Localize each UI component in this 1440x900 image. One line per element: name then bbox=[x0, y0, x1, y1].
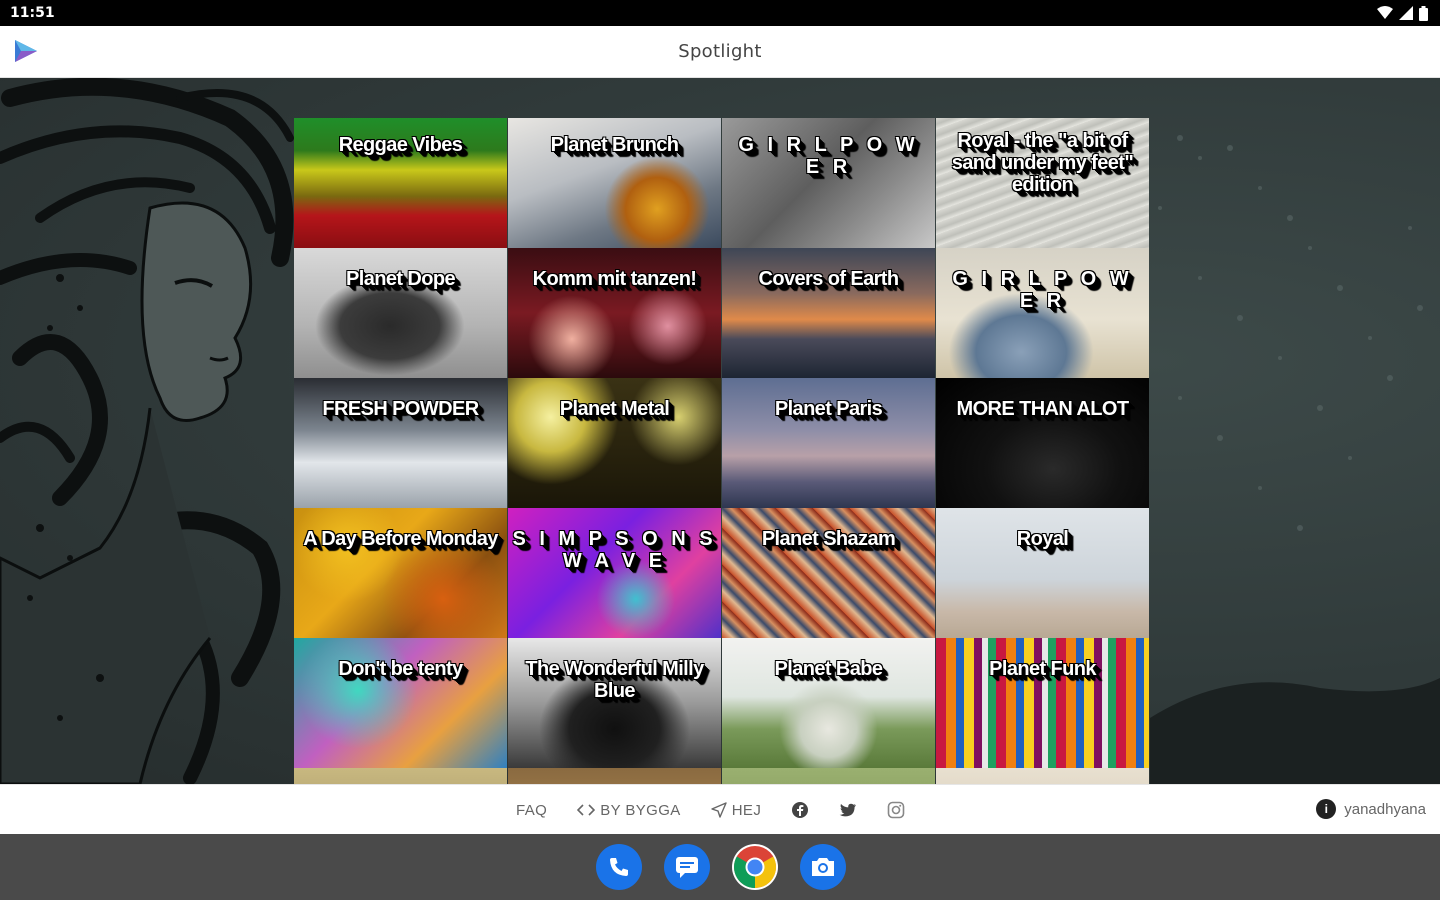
playlist-tile[interactable]: A Day Before Monday bbox=[294, 508, 507, 638]
playlist-tile[interactable]: Royal - the "a bit of sand under my feet… bbox=[936, 118, 1149, 248]
app-bar: Spotlight bbox=[0, 26, 1440, 78]
playlist-tile[interactable]: Komm mit tanzen! bbox=[508, 248, 721, 378]
playlist-tile[interactable]: MORE THAN ALOT bbox=[936, 378, 1149, 508]
faq-label: FAQ bbox=[516, 801, 548, 819]
tile-label: MORE THAN ALOT bbox=[956, 398, 1130, 420]
playlist-tile[interactable]: The Wonderful Milly Blue bbox=[508, 638, 721, 768]
playlist-tile[interactable] bbox=[508, 768, 721, 784]
footer-links: FAQ BY BYGGA HEJ bbox=[516, 801, 935, 819]
tile-label: Don't be tenty bbox=[338, 658, 463, 680]
tile-label: Planet Babe bbox=[774, 658, 883, 680]
by-bygga-label: BY BYGGA bbox=[600, 801, 681, 819]
tile-label: Planet Metal bbox=[559, 398, 670, 420]
tile-label: Covers of Earth bbox=[758, 268, 900, 290]
tile-label: Royal - the "a bit of sand under my feet… bbox=[951, 130, 1134, 196]
tile-label: Reggae Vibes bbox=[338, 134, 463, 156]
status-bar: 11:51 bbox=[0, 0, 1440, 26]
tile-label: Komm mit tanzen! bbox=[532, 268, 697, 290]
playlist-tile[interactable] bbox=[294, 768, 507, 784]
playlist-tile[interactable]: G I R L P O W E R bbox=[722, 118, 935, 248]
username: yanadhyana bbox=[1344, 800, 1426, 818]
status-time: 11:51 bbox=[10, 5, 55, 21]
phone-app[interactable] bbox=[596, 844, 642, 890]
camera-icon bbox=[812, 858, 834, 876]
tile-label: A Day Before Monday bbox=[303, 528, 498, 550]
tile-image bbox=[508, 768, 721, 784]
playlist-tile[interactable] bbox=[936, 768, 1149, 784]
playlist-tile[interactable]: Don't be tenty bbox=[294, 638, 507, 768]
dock-apps bbox=[596, 844, 846, 890]
playlist-tile[interactable]: Royal bbox=[936, 508, 1149, 638]
system-icons bbox=[1377, 5, 1428, 21]
playlist-tile[interactable]: FRESH POWDER bbox=[294, 378, 507, 508]
tile-label: G I R L P O W E R bbox=[952, 268, 1133, 312]
app-dock bbox=[0, 834, 1440, 900]
tile-label: FRESH POWDER bbox=[322, 398, 479, 420]
twitter-link[interactable] bbox=[839, 803, 857, 818]
tile-label: Planet Shazam bbox=[761, 528, 896, 550]
playlist-tile[interactable]: Planet Metal bbox=[508, 378, 721, 508]
playlist-tile[interactable]: Planet Funk bbox=[936, 638, 1149, 768]
playlist-tile[interactable]: Planet Paris bbox=[722, 378, 935, 508]
playlist-tile[interactable]: Planet Brunch bbox=[508, 118, 721, 248]
facebook-icon bbox=[792, 802, 809, 818]
code-icon bbox=[577, 804, 596, 816]
playlist-tile[interactable]: Covers of Earth bbox=[722, 248, 935, 378]
hej-link[interactable]: HEJ bbox=[710, 801, 762, 819]
playlist-tile[interactable]: Reggae Vibes bbox=[294, 118, 507, 248]
tile-label: G I R L P O W E R bbox=[738, 134, 919, 178]
messages-icon bbox=[676, 857, 698, 878]
by-bygga-link[interactable]: BY BYGGA bbox=[577, 802, 680, 819]
playlist-grid: Reggae Vibes Planet Brunch G I R L P O W… bbox=[294, 118, 1149, 784]
hej-label: HEJ bbox=[731, 801, 762, 819]
send-icon bbox=[710, 802, 727, 818]
tile-label: The Wonderful Milly Blue bbox=[525, 658, 704, 702]
playlist-tile[interactable]: G I R L P O W E R bbox=[936, 248, 1149, 378]
wifi-icon bbox=[1377, 6, 1393, 19]
signal-icon bbox=[1399, 6, 1413, 20]
tile-label: Planet Dope bbox=[346, 268, 456, 290]
camera-app[interactable] bbox=[800, 844, 846, 890]
tile-image bbox=[936, 768, 1149, 784]
chrome-app[interactable] bbox=[732, 844, 778, 890]
playlist-tile[interactable]: Planet Dope bbox=[294, 248, 507, 378]
tile-label: S I M P S O N S W A V E bbox=[512, 528, 717, 572]
chrome-icon bbox=[733, 846, 777, 888]
tile-image bbox=[294, 768, 507, 784]
twitter-icon bbox=[839, 803, 857, 816]
tile-label: Royal bbox=[1016, 528, 1069, 550]
user-account[interactable]: i yanadhyana bbox=[1316, 799, 1426, 819]
footer-bar: FAQ BY BYGGA HEJ i yanadhyana bbox=[0, 784, 1440, 834]
tile-label: Planet Paris bbox=[774, 398, 883, 420]
faq-link[interactable]: FAQ bbox=[516, 802, 547, 819]
messages-app[interactable] bbox=[664, 844, 710, 890]
tile-label: Planet Funk bbox=[989, 658, 1096, 680]
playlist-tile[interactable] bbox=[722, 768, 935, 784]
instagram-link[interactable] bbox=[887, 801, 905, 819]
user-avatar: i bbox=[1316, 799, 1337, 819]
facebook-link[interactable] bbox=[791, 801, 809, 819]
phone-icon bbox=[610, 858, 628, 876]
playlist-tile[interactable]: Planet Shazam bbox=[722, 508, 935, 638]
instagram-icon bbox=[887, 801, 905, 819]
main-content: Reggae Vibes Planet Brunch G I R L P O W… bbox=[0, 78, 1440, 784]
tile-label: Planet Brunch bbox=[550, 134, 679, 156]
battery-icon bbox=[1419, 5, 1428, 21]
page-title: Spotlight bbox=[678, 41, 762, 62]
playlist-tile[interactable]: S I M P S O N S W A V E bbox=[508, 508, 721, 638]
tile-image bbox=[722, 768, 935, 784]
playlist-tile[interactable]: Planet Babe bbox=[722, 638, 935, 768]
